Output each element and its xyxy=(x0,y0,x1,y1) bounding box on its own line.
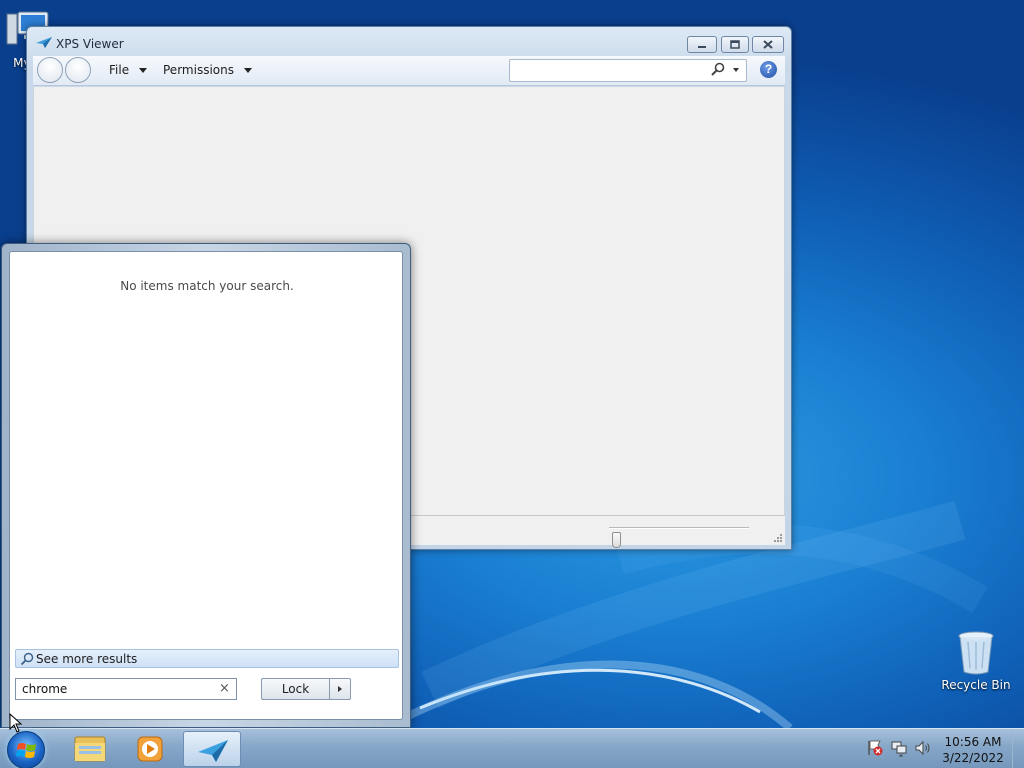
taskbar-windows-media-player[interactable] xyxy=(121,731,179,767)
mouse-cursor-icon xyxy=(9,713,23,733)
zoom-slider[interactable] xyxy=(609,527,749,548)
see-more-results-button[interactable]: See more results xyxy=(15,649,399,668)
clock-date[interactable]: 3/22/2022 xyxy=(928,751,1018,765)
back-button[interactable] xyxy=(37,57,63,83)
taskbar-windows-explorer[interactable] xyxy=(61,731,119,767)
show-desktop-button[interactable] xyxy=(1012,729,1024,768)
forward-button[interactable] xyxy=(65,57,91,83)
desktop-icon-recycle-bin[interactable]: Recycle Bin xyxy=(940,628,1012,692)
folder-icon xyxy=(74,736,106,762)
xps-viewer-icon xyxy=(36,37,52,48)
start-button[interactable] xyxy=(7,731,45,768)
toolbar: File Permissions ? xyxy=(33,56,785,86)
clock-time[interactable]: 10:56 AM xyxy=(928,735,1018,749)
zoom-slider-thumb[interactable] xyxy=(611,532,621,548)
menu-label: File xyxy=(109,63,130,77)
close-button[interactable] xyxy=(752,36,784,53)
menu-permissions[interactable]: Permissions xyxy=(163,63,252,77)
network-icon[interactable] xyxy=(890,739,908,757)
close-icon xyxy=(763,40,773,49)
search-dropdown-icon[interactable] xyxy=(733,68,739,72)
title-bar[interactable]: XPS Viewer xyxy=(27,27,791,55)
start-menu: No items match your search. See more res… xyxy=(1,243,411,728)
xps-viewer-icon xyxy=(198,740,228,762)
restore-button[interactable] xyxy=(721,36,749,53)
restore-icon xyxy=(730,40,740,49)
chevron-down-icon xyxy=(243,68,252,73)
resize-grip-icon[interactable] xyxy=(773,533,783,543)
search-value: chrome xyxy=(22,682,68,696)
taskbar: 10:56 AM 3/22/2022 xyxy=(0,728,1024,768)
see-more-label: See more results xyxy=(36,652,138,666)
minimize-button[interactable] xyxy=(687,36,717,53)
menu-file[interactable]: File xyxy=(109,63,148,77)
clear-search-icon[interactable]: × xyxy=(219,681,230,696)
recycle-bin-icon xyxy=(958,631,994,675)
search-icon[interactable] xyxy=(711,62,725,76)
start-search-input[interactable]: chrome × xyxy=(15,678,237,700)
taskbar-xps-viewer[interactable] xyxy=(183,731,241,767)
help-icon[interactable]: ? xyxy=(760,61,777,78)
no-results-message: No items match your search. xyxy=(120,279,294,293)
lock-button[interactable]: Lock xyxy=(261,678,329,700)
minimize-icon xyxy=(698,45,706,48)
chevron-down-icon xyxy=(139,68,148,73)
media-player-icon xyxy=(137,736,163,762)
search-icon xyxy=(20,652,34,666)
windows-orb-icon xyxy=(16,743,36,758)
action-center-icon[interactable] xyxy=(866,739,884,757)
desktop-icon-label: Recycle Bin xyxy=(941,678,1011,692)
power-options-arrow[interactable] xyxy=(329,678,351,700)
menu-label: Permissions xyxy=(163,63,234,77)
window-title: XPS Viewer xyxy=(56,37,124,51)
search-results-pane: No items match your search. See more res… xyxy=(9,251,403,720)
